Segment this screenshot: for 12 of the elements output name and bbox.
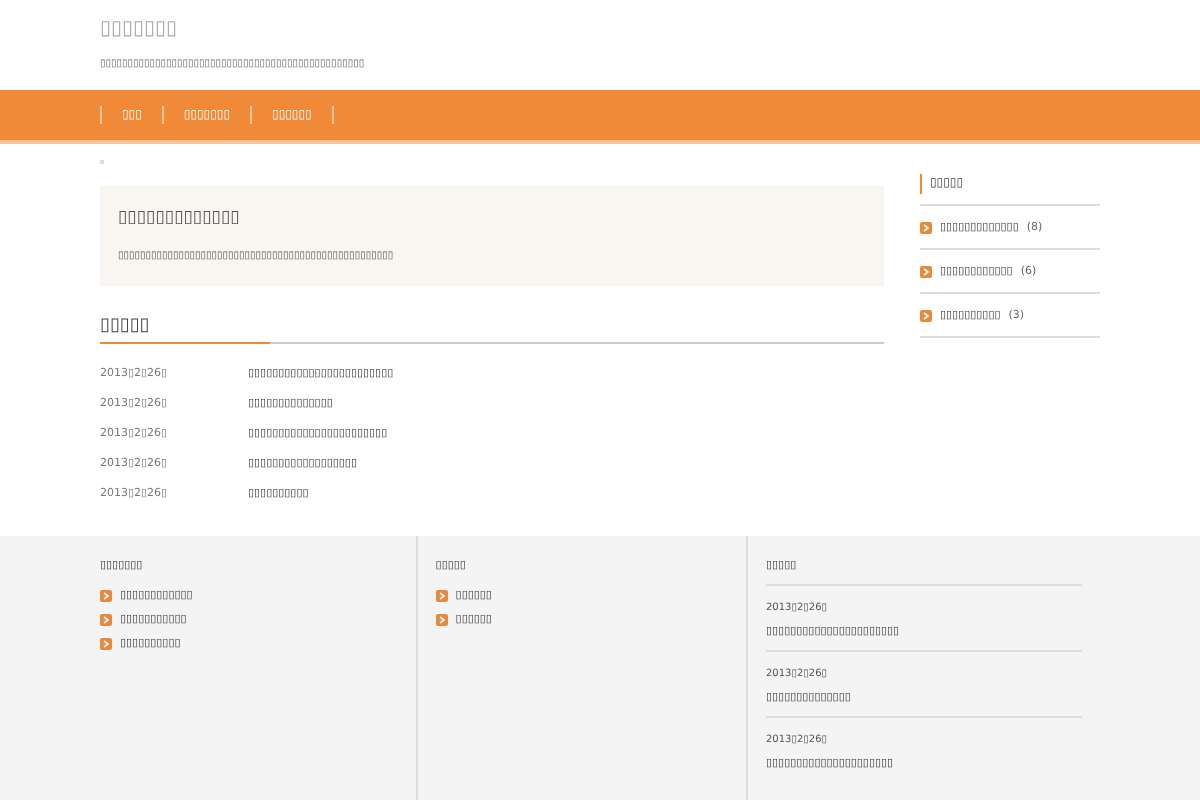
bullet-icon xyxy=(920,221,932,233)
site-title: ▯▯▯▯▯▯▯ xyxy=(100,16,180,44)
notice-title: ▯▯▯▯▯▯▯▯▯▯▯▯▯ xyxy=(118,208,242,230)
bullet-icon xyxy=(920,309,932,321)
bullet-icon xyxy=(100,590,112,602)
bullet-icon xyxy=(435,614,448,626)
bullet-icon xyxy=(100,638,112,650)
section-heading: ▯▯▯▯▯ xyxy=(100,316,150,336)
bullet-icon xyxy=(100,614,112,626)
breadcrumb-mark xyxy=(100,160,104,164)
bullet-icon xyxy=(920,265,932,277)
bullet-icon xyxy=(435,590,448,602)
